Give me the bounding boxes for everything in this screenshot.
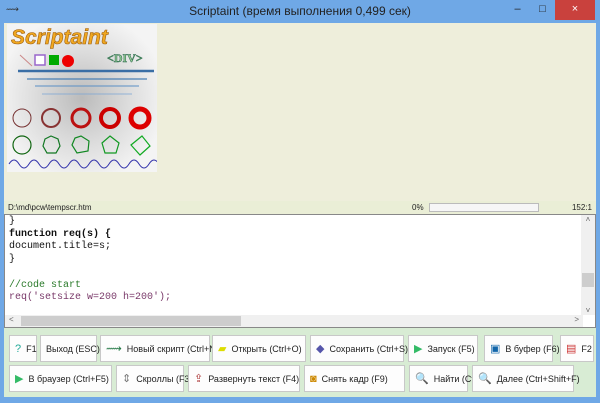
toolbar-button[interactable]: ◆ Сохранить (Ctrl+S) xyxy=(310,335,408,362)
button-label: Развернуть текст (F4) xyxy=(208,373,300,384)
toolbar-button[interactable]: ⟿ Новый скрипт (Ctrl+N) xyxy=(100,335,219,362)
play-icon: ▶ xyxy=(15,373,24,385)
toolbar-button[interactable]: ▶ Запуск (F5) xyxy=(408,335,478,362)
button-label: Снять кадр (F9) xyxy=(321,373,388,384)
toolbar-button[interactable]: ▰ Открыть (Ctrl+O) xyxy=(212,335,306,362)
search-next-icon: 🔍 xyxy=(478,373,492,385)
button-label: Сохранить (Ctrl+S) xyxy=(329,343,408,354)
button-label: Выход (ESC) xyxy=(46,343,100,354)
toolbar-button[interactable]: ⇕ Скроллы (F3) xyxy=(116,365,192,392)
toolbar-button[interactable]: ⇪ Развернуть текст (F4) xyxy=(188,365,300,392)
scroll-thumb[interactable] xyxy=(582,273,594,287)
new-script-icon: ⟿ xyxy=(106,343,122,355)
code-text[interactable]: } function req(s) {document.title=s;} //c… xyxy=(9,216,171,305)
button-label: Далее (Ctrl+Shift+F) xyxy=(496,373,580,384)
clipboard-icon: ▣ xyxy=(490,343,501,355)
client-area: Scriptaint <DIV> D:\md\pcw\tempscr.htm 0… xyxy=(4,23,596,397)
toolbar-button[interactable]: 🔍 Далее (Ctrl+Shift+F) xyxy=(472,365,580,392)
button-label: В буфер (F6) xyxy=(505,343,560,354)
minimize-button[interactable]: – xyxy=(505,0,530,20)
code-editor[interactable]: } function req(s) {document.title=s;} //c… xyxy=(4,214,596,328)
window-icon: ▤ xyxy=(566,343,577,355)
button-label: F2 xyxy=(581,343,592,354)
save-icon: ◆ xyxy=(316,343,325,355)
svg-text:<DIV>: <DIV> xyxy=(107,51,143,65)
code-line: //code start xyxy=(9,279,82,291)
logo-image: Scriptaint <DIV> xyxy=(7,24,160,172)
help-icon: ? xyxy=(15,342,22,355)
toolbar-button[interactable]: 🔍 Найти (Ctrl+F) xyxy=(409,365,493,392)
maximize-button[interactable]: □ xyxy=(530,0,555,20)
file-path: D:\md\pcw\tempscr.htm xyxy=(8,203,92,212)
search-icon: 🔍 xyxy=(415,373,429,385)
cursor-position: 152:1 xyxy=(571,203,592,212)
output-canvas: Scriptaint <DIV> xyxy=(4,23,596,201)
scroll-up-icon[interactable]: ˄ xyxy=(581,215,595,224)
code-line: document.title=s; xyxy=(9,241,112,253)
code-line: function req(s) { xyxy=(9,228,112,240)
scroll-left-icon[interactable]: < xyxy=(9,315,14,324)
horizontal-scrollbar[interactable]: < > xyxy=(5,315,583,327)
button-label: F1 xyxy=(26,343,37,354)
scroll-thumb[interactable] xyxy=(21,316,241,326)
expand-icon: ⇪ xyxy=(194,373,204,385)
toolbar-button[interactable]: ▶ В браузер (Ctrl+F5) xyxy=(9,365,112,392)
toolbar-button[interactable]: ▤ F2 xyxy=(560,335,594,362)
close-button[interactable]: × xyxy=(555,0,595,20)
play-icon: ▶ xyxy=(414,343,423,355)
folder-icon: ▰ xyxy=(218,343,227,355)
vertical-scrollbar[interactable]: ˄ ˅ xyxy=(581,215,595,315)
button-label: Открыть (Ctrl+O) xyxy=(231,343,302,354)
camera-icon: ◙ xyxy=(310,372,317,385)
code-line: } xyxy=(9,254,16,266)
progress-label: 0% xyxy=(412,203,424,212)
code-line: req('setsize w=200 h=200'); xyxy=(9,292,172,304)
toolbar-button[interactable]: ◙ Снять кадр (F9) xyxy=(304,365,405,392)
button-label: В браузер (Ctrl+F5) xyxy=(28,373,109,384)
scroll-down-icon[interactable]: ˅ xyxy=(581,306,595,315)
button-label: Запуск (F5) xyxy=(427,343,475,354)
title-bar: ⟿ Scriptaint (время выполнения 0,499 сек… xyxy=(0,0,600,22)
progress-bar xyxy=(429,203,539,212)
toolbar-button[interactable]: Выход (ESC) xyxy=(40,335,100,362)
toolbar-button[interactable]: ? F1 xyxy=(9,335,37,362)
button-label: Новый скрипт (Ctrl+N) xyxy=(126,343,219,354)
status-bar: D:\md\pcw\tempscr.htm 0% 152:1 xyxy=(4,201,596,214)
toolbar-button[interactable]: ▣ В буфер (F6) xyxy=(484,335,560,362)
svg-text:Scriptaint: Scriptaint xyxy=(11,26,109,49)
button-label: Скроллы (F3) xyxy=(136,373,193,384)
code-line: } xyxy=(9,216,16,227)
scroll-right-icon[interactable]: > xyxy=(574,315,579,324)
scroll-icon: ⇕ xyxy=(122,373,132,385)
